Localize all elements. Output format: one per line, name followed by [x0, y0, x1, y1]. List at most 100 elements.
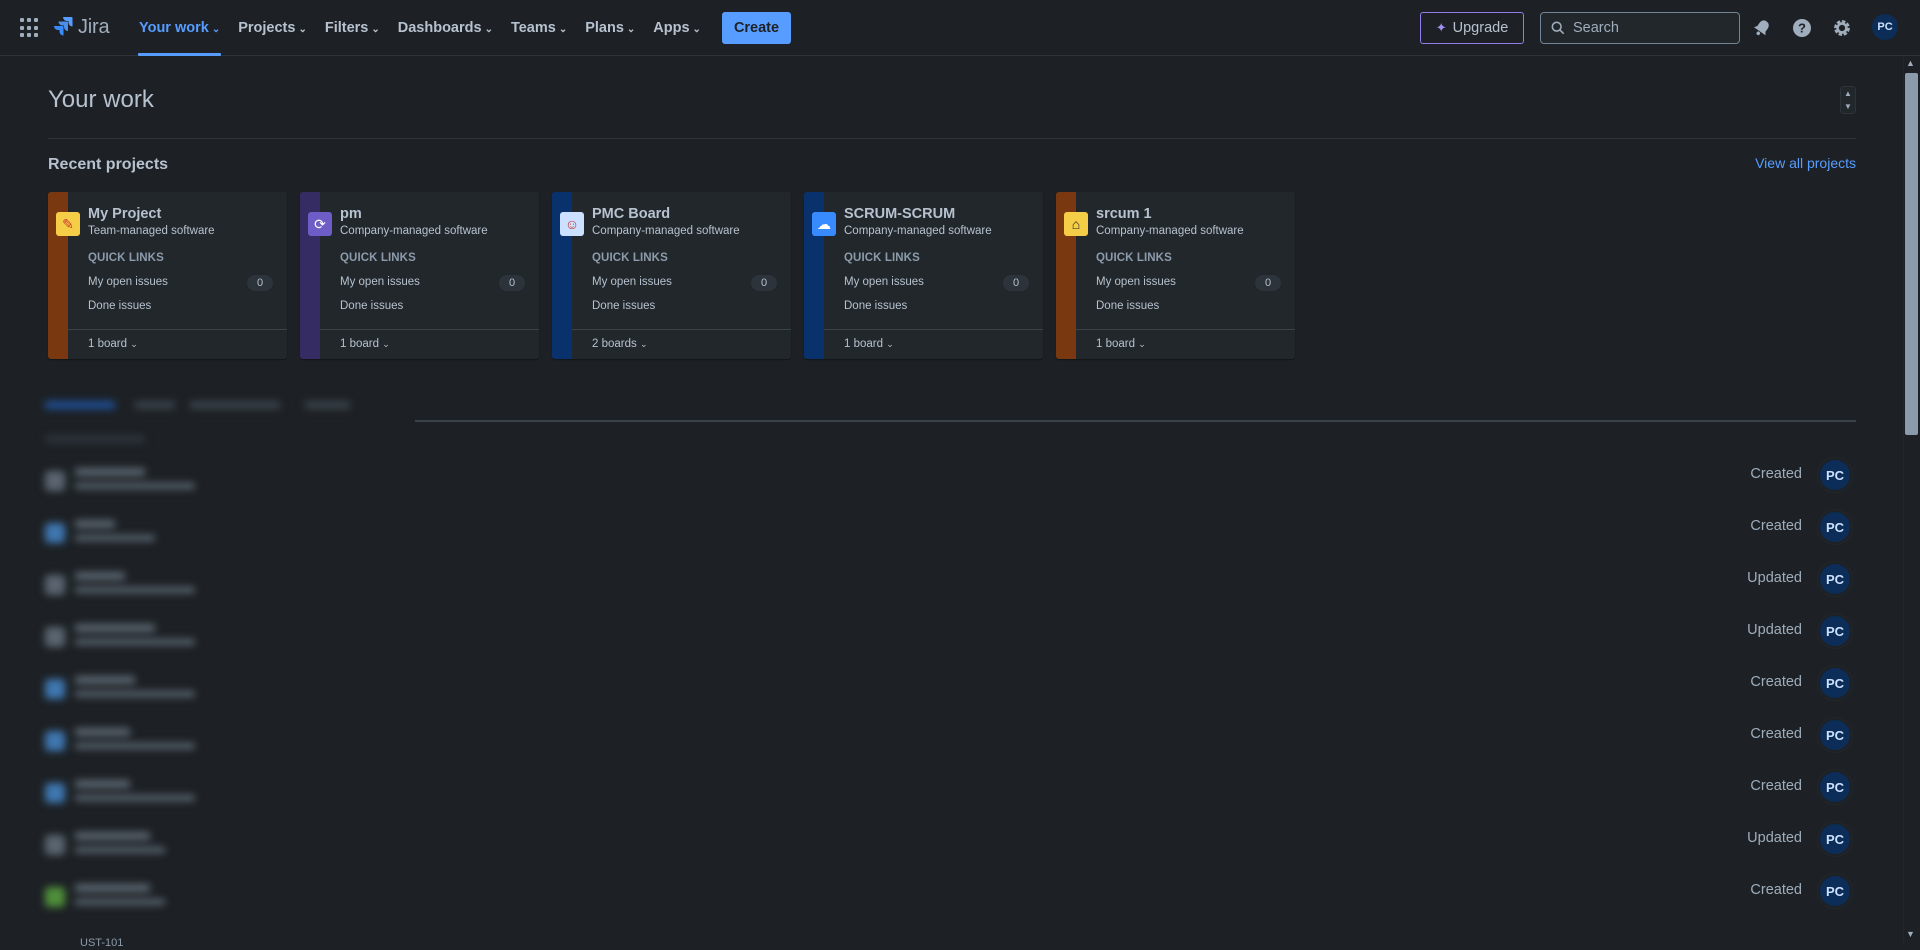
project-card[interactable]: ☁ SCRUM-SCRUM Company-managed software Q… [804, 192, 1043, 359]
jira-logo[interactable]: Jira [52, 15, 110, 39]
open-issues-count-badge: 0 [1003, 275, 1029, 291]
nav-apps[interactable]: Apps ⌄ [644, 0, 710, 56]
project-card[interactable]: ⟳ pm Company-managed software QUICK LINK… [300, 192, 539, 359]
notification-bell-icon [1753, 20, 1769, 36]
activity-user-avatar[interactable]: PC [1818, 458, 1852, 492]
tabs-underline [415, 420, 1856, 422]
quick-links-label: QUICK LINKS [844, 252, 920, 264]
help-button[interactable]: ? [1788, 14, 1816, 42]
nav-label: Teams [510, 20, 556, 36]
notifications-button[interactable] [1748, 14, 1776, 42]
boards-label: 1 board [340, 338, 380, 350]
done-issues-link[interactable]: Done issues [1096, 300, 1159, 312]
upgrade-button[interactable]: ✦ Upgrade [1420, 12, 1524, 44]
open-issues-count-badge: 0 [247, 275, 273, 291]
chevron-down-icon: ⌄ [130, 339, 138, 349]
scroll-down-arrow-icon[interactable]: ▼ [1906, 929, 1915, 939]
project-name[interactable]: PMC Board [592, 206, 670, 222]
top-navigation: Jira Your work ⌄ Projects ⌄ Filters ⌄ Dashb… [0, 0, 1920, 56]
search-icon [1551, 21, 1565, 35]
activity-status: Created [1750, 466, 1802, 482]
project-name[interactable]: srcum 1 [1096, 206, 1152, 222]
user-avatar[interactable]: PC [1872, 14, 1898, 40]
done-issues-link[interactable]: Done issues [844, 300, 907, 312]
primary-nav: Your work ⌄ Projects ⌄ Filters ⌄ Dashboards… [130, 0, 792, 56]
boards-dropdown[interactable]: 1 board ⌄ [844, 338, 894, 350]
nav-plans[interactable]: Plans ⌄ [576, 0, 644, 56]
chevron-down-icon: ⌄ [692, 23, 701, 35]
boards-dropdown[interactable]: 1 board ⌄ [340, 338, 390, 350]
activity-user-avatar[interactable]: PC [1818, 874, 1852, 908]
activity-user-avatar[interactable]: PC [1818, 510, 1852, 544]
boards-label: 1 board [844, 338, 884, 350]
boards-dropdown[interactable]: 1 board ⌄ [88, 338, 138, 350]
activity-user-avatar[interactable]: PC [1818, 614, 1852, 648]
nav-your-work[interactable]: Your work ⌄ [130, 0, 229, 56]
app-switcher-icon[interactable] [20, 18, 40, 38]
title-divider [48, 138, 1856, 139]
chevron-down-icon: ⌄ [298, 23, 307, 35]
activity-user-avatar[interactable]: PC [1818, 562, 1852, 596]
project-card[interactable]: ⌂ srcum 1 Company-managed software QUICK… [1056, 192, 1295, 359]
done-issues-link[interactable]: Done issues [592, 300, 655, 312]
card-divider [824, 329, 1043, 330]
pencil-icon[interactable]: ✎ [56, 212, 80, 236]
my-open-issues-link[interactable]: My open issues [88, 276, 168, 288]
astronaut-icon[interactable]: ☺ [560, 212, 584, 236]
boards-dropdown[interactable]: 2 boards ⌄ [592, 338, 648, 350]
nav-label: Dashboards [397, 20, 482, 36]
caret-up-icon[interactable]: ▲ [1844, 89, 1852, 98]
nav-label: Plans [585, 20, 624, 36]
activity-status: Created [1750, 726, 1802, 742]
project-type: Company-managed software [592, 225, 740, 237]
activity-user-avatar[interactable]: PC [1818, 822, 1852, 856]
project-name[interactable]: pm [340, 206, 362, 222]
nav-teams[interactable]: Teams ⌄ [502, 0, 576, 56]
quick-links-label: QUICK LINKS [1096, 252, 1172, 264]
activity-status: Updated [1747, 622, 1802, 638]
caret-down-icon[interactable]: ▼ [1844, 102, 1852, 111]
scrollbar-thumb[interactable] [1905, 73, 1918, 435]
chevron-down-icon: ⌄ [382, 339, 390, 349]
nav-label: Projects [238, 20, 296, 36]
my-open-issues-link[interactable]: My open issues [340, 276, 420, 288]
open-issues-count-badge: 0 [1255, 275, 1281, 291]
project-card[interactable]: ☺ PMC Board Company-managed software QUI… [552, 192, 791, 359]
project-name[interactable]: My Project [88, 206, 161, 222]
nav-projects[interactable]: Projects ⌄ [229, 0, 316, 56]
activity-status: Created [1750, 882, 1802, 898]
done-issues-link[interactable]: Done issues [88, 300, 151, 312]
my-open-issues-link[interactable]: My open issues [844, 276, 924, 288]
boards-dropdown[interactable]: 1 board ⌄ [1096, 338, 1146, 350]
scroll-up-arrow-icon[interactable]: ▲ [1906, 58, 1915, 68]
nav-dashboards[interactable]: Dashboards ⌄ [389, 0, 502, 56]
quick-links-label: QUICK LINKS [340, 252, 416, 264]
blurred-content-graphic [45, 401, 350, 907]
nav-filters[interactable]: Filters ⌄ [316, 0, 389, 56]
activity-user-avatar[interactable]: PC [1818, 666, 1852, 700]
project-card[interactable]: ✎ My Project Team-managed software QUICK… [48, 192, 287, 359]
project-type: Team-managed software [88, 225, 215, 237]
search-box[interactable] [1540, 12, 1740, 44]
bus-icon[interactable]: ⌂ [1064, 212, 1088, 236]
cloud-icon[interactable]: ☁ [812, 212, 836, 236]
refresh-icon[interactable]: ⟳ [308, 212, 332, 236]
partial-issue-key: UST-101 [80, 937, 124, 949]
settings-button[interactable] [1828, 14, 1856, 42]
activity-user-avatar[interactable]: PC [1818, 770, 1852, 804]
chevron-down-icon: ⌄ [371, 23, 380, 35]
recent-projects-heading: Recent projects [48, 156, 169, 173]
header-scroll-control[interactable]: ▲ ▼ [1840, 86, 1856, 114]
my-open-issues-link[interactable]: My open issues [1096, 276, 1176, 288]
open-issues-count-badge: 0 [499, 275, 525, 291]
chevron-down-icon: ⌄ [626, 23, 636, 35]
search-input[interactable] [1573, 20, 1733, 36]
project-name[interactable]: SCRUM-SCRUM [844, 206, 955, 222]
card-divider [572, 329, 791, 330]
create-button[interactable]: Create [721, 12, 792, 44]
view-all-projects-link[interactable]: View all projects [1755, 155, 1856, 171]
my-open-issues-link[interactable]: My open issues [592, 276, 672, 288]
done-issues-link[interactable]: Done issues [340, 300, 403, 312]
activity-user-avatar[interactable]: PC [1818, 718, 1852, 752]
boards-label: 1 board [1096, 338, 1136, 350]
